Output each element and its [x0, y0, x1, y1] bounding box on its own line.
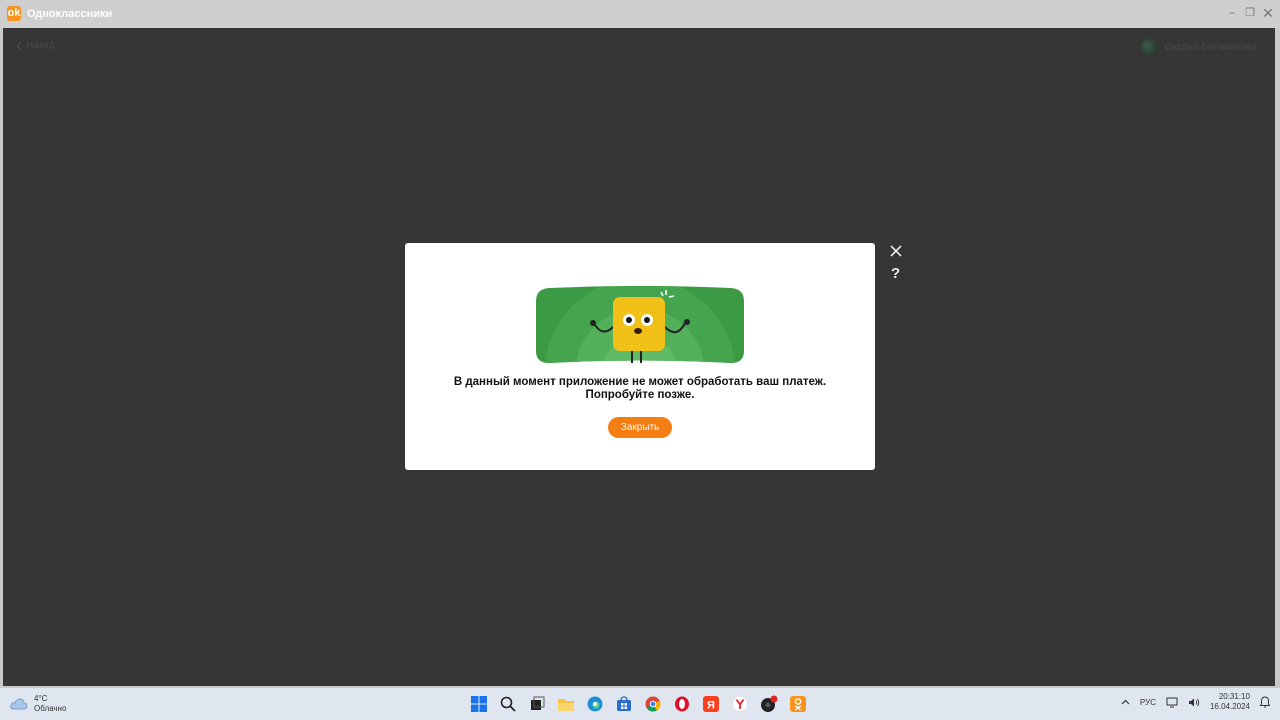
notification-bell-icon[interactable]	[1260, 696, 1270, 708]
avatar	[1140, 39, 1157, 55]
window-title: Одноклассники	[27, 8, 113, 20]
yandex-icon[interactable]: Я	[700, 693, 722, 715]
weather-temp: 4°C	[34, 694, 48, 703]
store-icon[interactable]	[613, 693, 635, 715]
help-button[interactable]: ?	[891, 265, 900, 282]
close-dialog-button[interactable]: Закрыть	[608, 417, 672, 438]
window-controls: – ❐ ✕	[1226, 5, 1274, 21]
back-button[interactable]: Назад	[15, 40, 55, 51]
weather-widget[interactable]: 4°C Облачно	[10, 694, 66, 714]
minimize-icon[interactable]: –	[1226, 5, 1238, 21]
task-view-icon[interactable]	[526, 693, 548, 715]
user-profile[interactable]: Оксана Богомолова	[1140, 39, 1257, 55]
payment-error-dialog: В данный момент приложение не может обра…	[405, 243, 875, 470]
chevron-up-icon[interactable]	[1121, 699, 1130, 705]
cloud-icon	[10, 698, 28, 710]
edge-icon[interactable]	[584, 693, 606, 715]
opera-icon[interactable]	[671, 693, 693, 715]
volume-icon[interactable]	[1188, 697, 1200, 708]
mascot-banner-illustration	[536, 286, 744, 363]
search-icon[interactable]	[497, 693, 519, 715]
weather-desc: Облачно	[34, 704, 67, 713]
close-icon[interactable]	[889, 244, 903, 258]
yandex-browser-icon[interactable]	[729, 693, 751, 715]
error-message: В данный момент приложение не может обра…	[453, 376, 827, 401]
restore-icon[interactable]: ❐	[1244, 5, 1256, 21]
file-explorer-icon[interactable]	[555, 693, 577, 715]
language-indicator[interactable]: РУС	[1140, 698, 1156, 707]
clock-date: 16.04.2024	[1209, 702, 1250, 711]
odnoklassniki-logo-icon: ok	[7, 6, 21, 21]
taskbar: 4°C Облачно Я РУС 20:31:10 16.04.2024	[0, 688, 1280, 720]
start-icon[interactable]	[468, 693, 490, 715]
svg-text:Я: Я	[707, 700, 715, 712]
title-bar[interactable]: ok Одноклассники – ❐ ✕	[0, 0, 1280, 28]
media-player-icon[interactable]	[758, 693, 780, 715]
chrome-icon[interactable]	[642, 693, 664, 715]
system-tray: РУС 20:31:10 16.04.2024	[1121, 692, 1270, 712]
taskbar-apps: Я	[468, 693, 809, 715]
clock[interactable]: 20:31:10 16.04.2024	[1210, 692, 1250, 712]
network-icon[interactable]	[1166, 697, 1178, 708]
user-name: Оксана Богомолова	[1164, 41, 1257, 53]
chevron-left-icon	[16, 41, 22, 50]
clock-time: 20:31:10	[1218, 692, 1250, 701]
back-label: Назад	[26, 40, 55, 51]
close-window-icon[interactable]: ✕	[1262, 5, 1274, 21]
odnoklassniki-icon[interactable]	[787, 693, 809, 715]
